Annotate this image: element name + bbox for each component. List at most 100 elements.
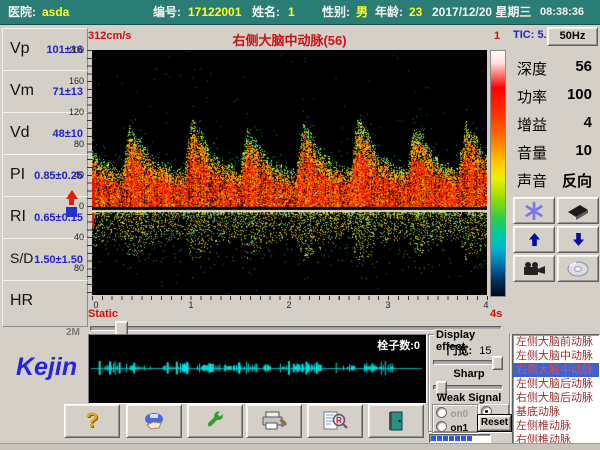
measure-row-sd: S/D 1.50±1.50 xyxy=(2,238,88,282)
signal-segment xyxy=(443,436,448,441)
y-tick-120: 120 xyxy=(58,107,84,117)
artery-item-ba[interactable]: 基底动脉 xyxy=(513,405,599,419)
artery-item-lmca[interactable]: 左侧大脑中动脉 xyxy=(513,349,599,363)
artery-listbox: 左侧大脑前动脉 左侧大脑中动脉 右侧大脑中动脉 左侧大脑后动脉 右侧大脑后动脉 … xyxy=(512,334,600,448)
vm-value: 71±13 xyxy=(52,86,83,98)
camera-icon xyxy=(521,261,547,277)
y-tick-neg40: 40 xyxy=(58,232,84,242)
artery-item-lpca[interactable]: 左侧大脑后动脉 xyxy=(513,377,599,391)
frequency-button[interactable]: 50Hz xyxy=(547,27,598,46)
date-text: 2017/12/20 星期三 xyxy=(432,0,531,24)
gate-width-slider-track[interactable] xyxy=(433,360,503,365)
on1-radio[interactable] xyxy=(436,421,447,432)
artery-title: 右侧大脑中动脉(56) xyxy=(92,30,487,49)
y-tick-neg80: 80 xyxy=(58,263,84,273)
scale-up-button[interactable] xyxy=(513,226,555,253)
print-button[interactable] xyxy=(246,404,302,438)
hospital-value: asda xyxy=(42,0,69,24)
artery-item-lva[interactable]: 左侧椎动脉 xyxy=(513,419,599,433)
artery-item-rmca-selected[interactable]: 右侧大脑中动脉 xyxy=(513,363,599,377)
up-arrow-icon xyxy=(528,232,541,247)
power-value: 100 xyxy=(567,86,592,103)
exit-button[interactable] xyxy=(368,404,424,438)
sd-label: S/D xyxy=(10,250,33,266)
measure-row-vd: Vd 48±10 xyxy=(2,112,88,156)
time-text: 08:38:36 xyxy=(540,0,584,24)
report-magnifier-icon: R xyxy=(322,411,348,431)
probe-wedge-icon xyxy=(565,202,591,220)
gate-width-label: 门宽: xyxy=(447,345,473,357)
baseline-arrow-up-icon xyxy=(66,190,78,199)
gender-value: 男 xyxy=(356,0,368,24)
save-button[interactable] xyxy=(126,404,182,438)
y-axis-ticks xyxy=(87,50,92,295)
on-radio-group: on0 on1 xyxy=(432,404,478,433)
signal-segment xyxy=(437,436,442,441)
freeze-button[interactable] xyxy=(513,197,555,224)
sharp-slider-track[interactable] xyxy=(433,385,503,390)
sharp-label: Sharp xyxy=(429,368,509,380)
vp-label: Vp xyxy=(10,40,30,58)
gain-label: 增益 xyxy=(517,114,547,135)
reset-button[interactable]: Reset xyxy=(478,415,511,431)
time-span-label: 4s xyxy=(490,308,502,320)
volume-label: 音量 xyxy=(517,142,547,163)
gate-width-value: 15 xyxy=(479,345,491,357)
audio-trace-canvas xyxy=(89,335,424,401)
sound-row: 声音 反向 xyxy=(515,166,598,192)
sound-label: 声音 xyxy=(517,170,547,191)
disk-button[interactable] xyxy=(557,255,599,282)
measure-row-hr: HR xyxy=(2,280,88,327)
brand-logo: Kejin xyxy=(16,353,77,382)
x-axis-labels: 0 1 2 3 4 xyxy=(92,300,487,310)
snowflake-icon xyxy=(525,202,543,220)
volume-value: 10 xyxy=(575,142,592,159)
report-button[interactable]: R xyxy=(307,404,363,438)
window-bottom-edge xyxy=(0,443,600,450)
static-label: Static xyxy=(88,308,118,320)
patient-id-label: 编号: xyxy=(153,0,181,24)
baseline-marker[interactable] xyxy=(64,190,79,217)
weak-signal-label: Weak Signal xyxy=(429,392,509,404)
signal-segment xyxy=(449,436,454,441)
depth-label: 深度 xyxy=(517,58,547,79)
doppler-spectrum-canvas xyxy=(92,50,487,295)
on0-label: on0 xyxy=(450,409,468,420)
wrench-icon xyxy=(204,410,226,432)
gain-row: 增益 4 xyxy=(515,110,598,136)
vm-label: Vm xyxy=(10,82,34,100)
power-label: 功率 xyxy=(517,86,547,107)
help-icon: ? xyxy=(86,409,99,433)
power-row: 功率 100 xyxy=(515,82,598,108)
x-tick-3: 3 xyxy=(378,300,398,310)
artery-item-lacа[interactable]: 左侧大脑前动脉 xyxy=(513,335,599,349)
on0-radio[interactable] xyxy=(436,407,447,418)
function-button-grid xyxy=(513,197,600,282)
patient-name-value: 1 xyxy=(288,0,295,24)
settings-button[interactable] xyxy=(187,404,243,438)
baseline-arrow-stem xyxy=(69,199,74,205)
probe-frequency-label: 2M xyxy=(66,327,80,338)
volume-row: 音量 10 xyxy=(515,138,598,164)
record-button[interactable] xyxy=(513,255,555,282)
sound-value: 反向 xyxy=(562,170,592,191)
y-tick-200: 200 xyxy=(58,45,84,55)
hospital-label: 医院: xyxy=(8,0,36,24)
down-arrow-icon xyxy=(572,232,585,247)
velocity-colorbar xyxy=(490,50,506,297)
age-label: 年龄: xyxy=(375,0,403,24)
probe-button[interactable] xyxy=(557,197,599,224)
patient-name-label: 姓名: xyxy=(252,0,280,24)
help-button[interactable]: ? xyxy=(64,404,120,438)
audio-trace-panel: 栓子数:0 xyxy=(88,334,427,404)
y-tick-160: 160 xyxy=(58,76,84,86)
signal-segment xyxy=(461,436,466,441)
disk-icon xyxy=(567,261,589,277)
signal-segment xyxy=(467,436,472,441)
gain-value: 4 xyxy=(584,114,592,131)
svg-text:R: R xyxy=(336,416,342,425)
artery-item-rpca[interactable]: 右侧大脑后动脉 xyxy=(513,391,599,405)
scale-down-button[interactable] xyxy=(557,226,599,253)
exit-door-icon xyxy=(385,410,407,432)
colorbar-top-label: 1 xyxy=(490,30,504,42)
